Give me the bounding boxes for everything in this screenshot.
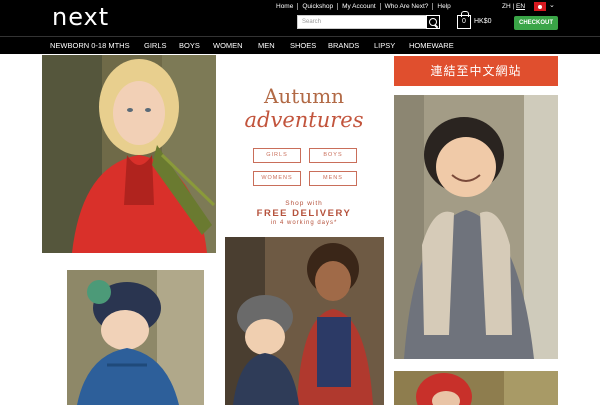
top-header: next Home Quickshop My Account Who Are N… <box>0 0 600 36</box>
shop-boys-button[interactable]: BOYS <box>309 148 357 163</box>
nav-boys[interactable]: BOYS <box>179 41 200 50</box>
search-input[interactable]: Search <box>297 15 440 29</box>
working-days-text: in 4 working days* <box>270 220 338 226</box>
shopping-bag-icon[interactable]: 0 <box>457 11 471 29</box>
red-hood-child-photo[interactable] <box>394 371 558 405</box>
utility-links: Home Quickshop My Account Who Are Next? … <box>272 3 455 10</box>
shop-womens-button[interactable]: WOMENS <box>253 171 301 186</box>
boy-blue-jacket-photo[interactable] <box>67 270 204 405</box>
girl-red-coat-photo[interactable] <box>42 55 216 253</box>
nav-newborn[interactable]: NEWBORN 0-18 MTHS <box>50 41 130 50</box>
promo-script: adventures <box>244 108 364 132</box>
nav-shoes[interactable]: SHOES <box>290 41 316 50</box>
lang-en[interactable]: EN <box>516 3 525 10</box>
chevron-down-icon[interactable]: ⌄ <box>549 1 555 9</box>
utility-link-who-are-next[interactable]: Who Are Next? <box>381 3 434 10</box>
two-boys-woods-photo[interactable] <box>225 237 384 405</box>
main-nav: NEWBORN 0-18 MTHS GIRLS BOYS WOMEN MEN S… <box>0 36 600 54</box>
language-switcher: ZH | EN <box>502 3 525 10</box>
shop-mens-button[interactable]: MENS <box>309 171 357 186</box>
promo-title: Autumn <box>263 84 345 108</box>
nav-brands[interactable]: BRANDS <box>328 41 359 50</box>
utility-link-quickshop[interactable]: Quickshop <box>298 3 339 10</box>
shop-with-text: Shop with <box>285 200 323 207</box>
boy-fur-vest-photo[interactable] <box>394 95 558 359</box>
bag-count: 0 <box>462 18 466 25</box>
chinese-site-link[interactable]: 連結至中文網站 <box>394 56 558 86</box>
nav-homeware[interactable]: HOMEWARE <box>409 41 454 50</box>
checkout-button[interactable]: CHECKOUT <box>514 16 558 30</box>
free-delivery-text: FREE DELIVERY <box>256 208 352 219</box>
utility-link-help[interactable]: Help <box>433 3 454 10</box>
utility-link-my-account[interactable]: My Account <box>338 3 381 10</box>
shop-girls-button[interactable]: GIRLS <box>253 148 301 163</box>
bag-total[interactable]: HK$0 <box>474 18 492 25</box>
next-logo[interactable]: next <box>52 3 109 31</box>
nav-women[interactable]: WOMEN <box>213 41 243 50</box>
lang-zh[interactable]: ZH <box>502 3 511 10</box>
lang-separator: | <box>512 3 515 10</box>
nav-men[interactable]: MEN <box>258 41 275 50</box>
autumn-promo: Autumn adventures GIRLS BOYS WOMENS MENS… <box>220 56 388 232</box>
utility-link-home[interactable]: Home <box>272 3 299 10</box>
search-icon[interactable] <box>426 15 440 29</box>
nav-lipsy[interactable]: LIPSY <box>374 41 395 50</box>
nav-girls[interactable]: GIRLS <box>144 41 167 50</box>
hong-kong-flag-icon[interactable] <box>534 2 546 11</box>
